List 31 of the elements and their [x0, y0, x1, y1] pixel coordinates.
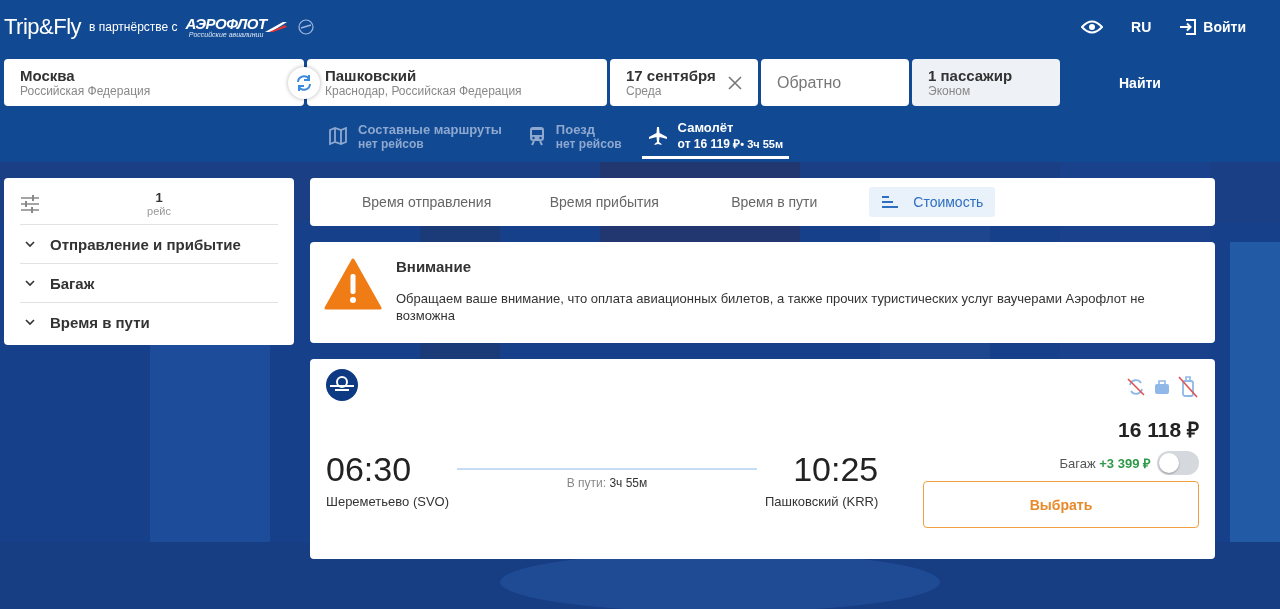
filter-section[interactable]: Багаж [20, 264, 278, 303]
destination-field[interactable]: Пашковский Краснодар, Российская Федерация [307, 59, 607, 106]
alert-text: Обращаем ваше внимание, что оплата авиационных билетов, а также прочих туристических услуг ваучерами Аэрофлот не возможна [396, 291, 1146, 325]
baggage-label: Багаж +3 399 ₽ [1059, 455, 1151, 472]
filter-section[interactable]: Время в пути [20, 303, 278, 341]
passengers-field[interactable]: 1 пассажир Эконом [912, 59, 1060, 106]
departure-airport: Шереметьево (SVO) [326, 494, 449, 510]
transport-tab[interactable]: Поезд нет рейсов [521, 120, 628, 159]
arrival-time: 10:25 [793, 451, 879, 489]
flight-price: 16 118 ₽ [1118, 417, 1199, 443]
partner-text: в партнёрстве с [89, 20, 178, 34]
language-menu-button[interactable]: RU [1131, 19, 1152, 35]
flight-duration: В пути: 3ч 55м [566, 476, 648, 490]
filter-section[interactable]: Отправление и прибытие [20, 225, 278, 264]
sort-tab[interactable]: Время прибытия [529, 187, 680, 217]
brand-logo[interactable]: Trip&Fly [4, 14, 82, 40]
departure-time: 06:30 [326, 451, 413, 489]
origin-field[interactable]: Москва Российская Федерация [4, 59, 304, 106]
sort-tab[interactable]: Время отправления [344, 187, 510, 217]
flight-count: 1 [155, 189, 163, 206]
arrival-airport: Пашковский (KRR) [765, 494, 879, 510]
alert-title: Внимание [396, 258, 472, 275]
search-button[interactable]: Найти [1113, 73, 1167, 92]
transport-tab[interactable]: Составные маршруты нет рейсов [322, 120, 508, 159]
sort-tab[interactable]: Время в пути [699, 187, 850, 217]
sort-tab[interactable]: Стоимость [869, 187, 996, 217]
transport-tab[interactable]: Самолёт от 16 119 ₽• 3ч 55м [641, 120, 790, 159]
return-date-field[interactable]: Обратно [761, 59, 909, 106]
login-button[interactable]: Войти [1179, 18, 1246, 36]
date-field[interactable]: 17 сентября Среда [610, 59, 758, 106]
flight-count-label: рейс [147, 205, 171, 219]
